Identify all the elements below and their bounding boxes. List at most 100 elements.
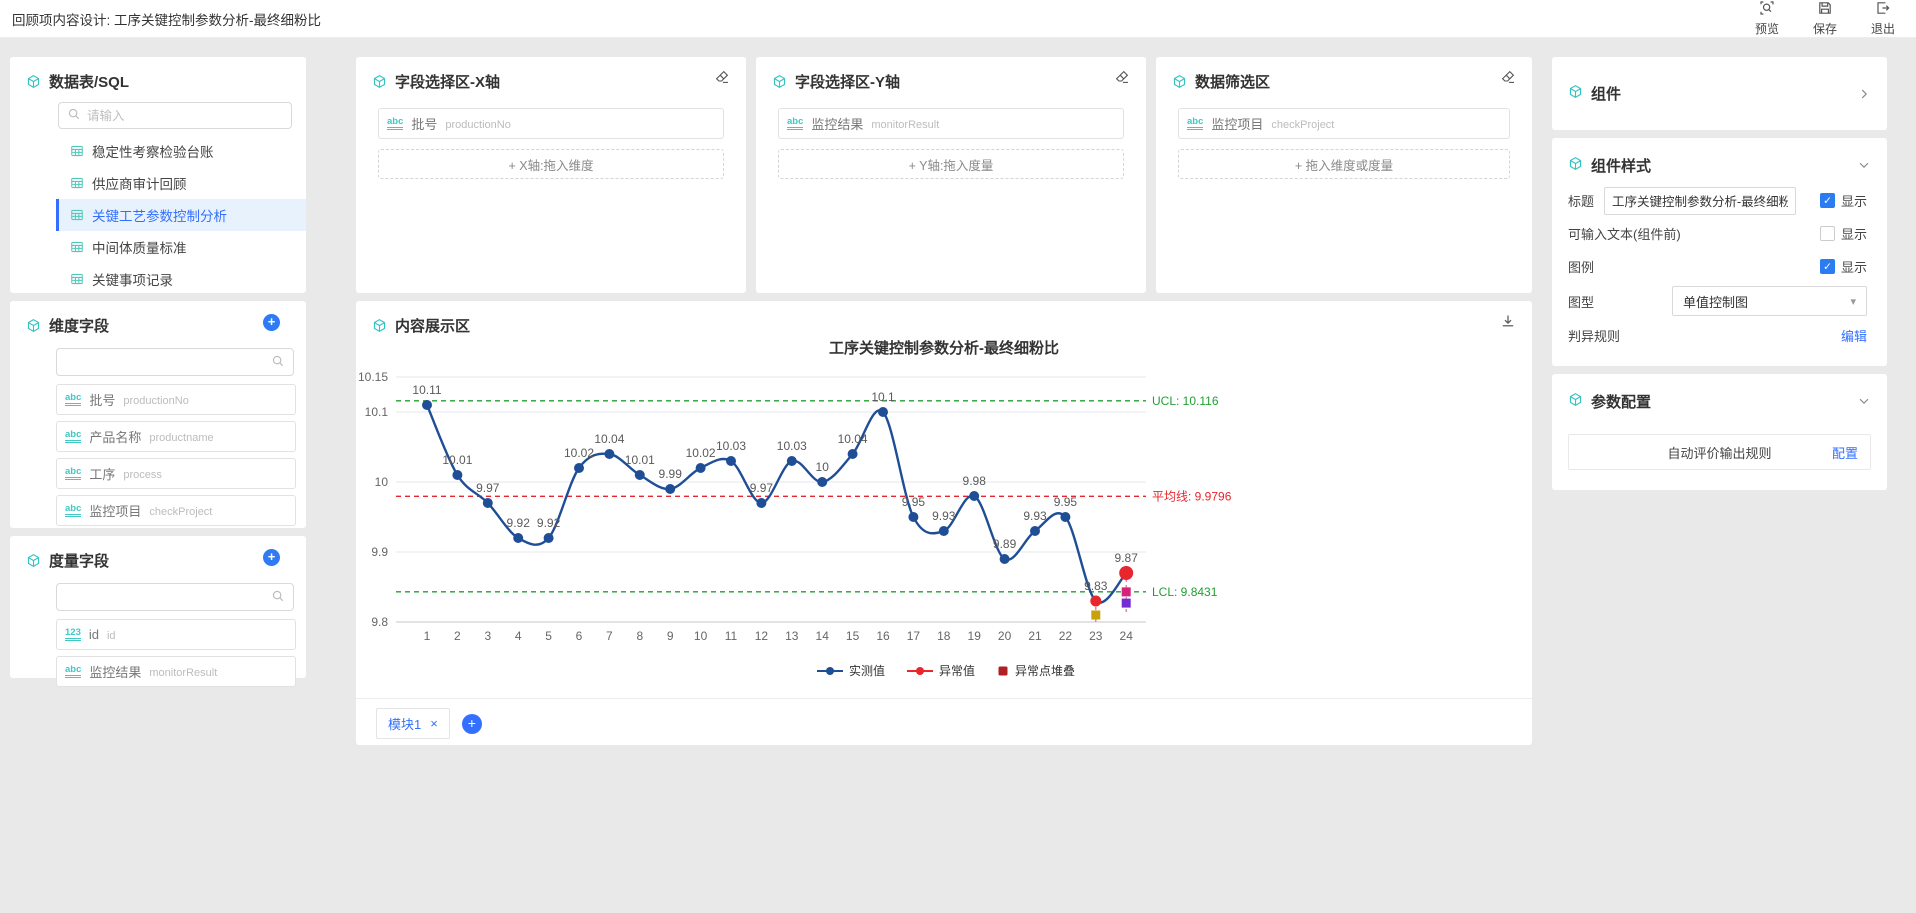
component-style-section: 组件样式 标题 显示 可输入文本(组件前) 显示 图例 显示 图型 单值控制图 … [1552, 138, 1887, 366]
chevron-down-icon[interactable] [1857, 158, 1871, 172]
measure-field-chip[interactable]: abc监控结果monitorResult [56, 656, 296, 687]
svg-text:4: 4 [515, 629, 522, 643]
svg-text:10: 10 [816, 460, 830, 474]
component-cube-icon [1568, 156, 1583, 175]
measure-search[interactable] [56, 583, 294, 611]
close-icon[interactable]: × [430, 716, 438, 731]
clear-eraser-icon[interactable] [1500, 69, 1516, 89]
y-axis-drop-zone[interactable]: + Y轴:拖入度量 [778, 149, 1124, 179]
svg-text:9.95: 9.95 [902, 495, 926, 509]
chart-type-row: 图型 单值控制图 ▾ [1552, 283, 1887, 319]
dimension-field-chip[interactable]: abc监控项目checkProject [56, 495, 296, 526]
measure-search-input[interactable] [65, 590, 265, 604]
svg-text:5: 5 [545, 629, 552, 643]
table-search-input[interactable] [87, 109, 283, 123]
dimension-panel-header: 维度字段 + [10, 301, 306, 342]
component-section[interactable]: 组件 [1552, 57, 1887, 130]
y-axis-field-panel: 字段选择区-Y轴 abc 监控结果 monitorResult + Y轴:拖入度… [756, 57, 1146, 293]
save-button[interactable]: 保存 [1806, 0, 1844, 37]
legend-display-checkbox[interactable] [1820, 259, 1835, 274]
configure-link[interactable]: 配置 [1832, 443, 1858, 462]
component-cube-icon [26, 318, 41, 333]
svg-text:9.89: 9.89 [993, 537, 1017, 551]
svg-text:9.8: 9.8 [371, 615, 388, 629]
svg-text:21: 21 [1028, 629, 1042, 643]
download-icon[interactable] [1500, 313, 1516, 333]
clear-eraser-icon[interactable] [714, 69, 730, 89]
abc-type-icon: abc [65, 665, 81, 678]
table-item[interactable]: 供应商审计回顾 [56, 167, 306, 199]
svg-text:10: 10 [375, 475, 389, 489]
x-axis-field-chip[interactable]: abc 批号 productionNo [378, 108, 724, 139]
edit-rule-link[interactable]: 编辑 [1841, 326, 1867, 345]
exit-button[interactable]: 退出 [1864, 0, 1902, 37]
svg-text:10.1: 10.1 [871, 390, 895, 404]
table-item[interactable]: 关键事项记录 [56, 263, 306, 295]
add-module-button[interactable]: + [462, 714, 482, 734]
measure-field-chip[interactable]: 123idid [56, 619, 296, 650]
abc-type-icon: abc [787, 117, 803, 130]
legend-item[interactable]: 实测值 [817, 662, 885, 679]
dimension-field-chip[interactable]: abc批号productionNo [56, 384, 296, 415]
preview-button[interactable]: 预览 [1748, 0, 1786, 37]
chevron-right-icon[interactable] [1857, 87, 1871, 101]
svg-text:10.04: 10.04 [594, 432, 624, 446]
svg-text:9.92: 9.92 [537, 516, 561, 530]
tab-module1[interactable]: 模块1 × [376, 708, 450, 739]
control-chart[interactable]: 9.89.91010.110.1512345678910111213141516… [356, 363, 1532, 659]
save-icon [1817, 0, 1833, 19]
table-icon [70, 272, 84, 286]
table-item[interactable]: 稳定性考察检验台账 [56, 135, 306, 167]
table-item[interactable]: 中间体质量标准 [56, 231, 306, 263]
svg-text:9.95: 9.95 [1054, 495, 1078, 509]
svg-text:10: 10 [694, 629, 708, 643]
legend-item[interactable]: 异常点堆叠 [997, 662, 1075, 679]
input-text-row: 可输入文本(组件前) 显示 [1552, 217, 1887, 250]
svg-text:18: 18 [937, 629, 951, 643]
title-display-checkbox[interactable] [1820, 193, 1835, 208]
abc-type-icon: abc [65, 393, 81, 406]
svg-text:10.01: 10.01 [625, 453, 655, 467]
dimension-search[interactable] [56, 348, 294, 376]
dimension-field-chip[interactable]: abc工序process [56, 458, 296, 489]
table-icon [70, 240, 84, 254]
svg-text:24: 24 [1120, 629, 1134, 643]
x-axis-drop-zone[interactable]: + X轴:拖入维度 [378, 149, 724, 179]
add-dimension-button[interactable]: + [263, 314, 280, 331]
table-icon [70, 208, 84, 222]
chevron-down-icon[interactable] [1857, 394, 1871, 408]
clear-eraser-icon[interactable] [1114, 69, 1130, 89]
filter-field-chip[interactable]: abc 监控项目 checkProject [1178, 108, 1510, 139]
input-text-display-checkbox[interactable] [1820, 226, 1835, 241]
table-item[interactable]: 关键工艺参数控制分析 [56, 199, 306, 231]
legend-row: 图例 显示 [1552, 250, 1887, 283]
table-search[interactable] [58, 102, 292, 129]
svg-text:16: 16 [876, 629, 890, 643]
svg-text:9.87: 9.87 [1115, 551, 1139, 565]
add-measure-button[interactable]: + [263, 549, 280, 566]
svg-text:2: 2 [454, 629, 461, 643]
dimension-field-chip[interactable]: abc产品名称productname [56, 421, 296, 452]
panel-title: 数据表/SQL [49, 71, 129, 92]
chart-title: 工序关键控制参数分析-最终细粉比 [356, 337, 1532, 358]
chart-type-select[interactable]: 单值控制图 ▾ [1672, 286, 1867, 316]
content-display-panel: 内容展示区 工序关键控制参数分析-最终细粉比 9.89.91010.110.15… [356, 301, 1532, 745]
svg-text:15: 15 [846, 629, 860, 643]
search-icon [271, 354, 285, 371]
svg-text:10.02: 10.02 [564, 446, 594, 460]
legend-linedot-marker [907, 666, 933, 676]
chart-legend: 实测值 异常值 异常点堆叠 [496, 662, 1396, 679]
y-axis-field-chip[interactable]: abc 监控结果 monitorResult [778, 108, 1124, 139]
svg-text:LCL: 9.8431: LCL: 9.8431 [1152, 585, 1218, 599]
svg-text:8: 8 [636, 629, 643, 643]
svg-text:10.03: 10.03 [777, 439, 807, 453]
svg-text:9.92: 9.92 [507, 516, 531, 530]
dimension-search-input[interactable] [65, 355, 265, 369]
title-input[interactable] [1604, 187, 1796, 215]
svg-text:14: 14 [816, 629, 830, 643]
svg-text:9: 9 [667, 629, 674, 643]
panel-title: 度量字段 [49, 550, 109, 571]
dimension-field-list: abc批号productionNo abc产品名称productname abc工序… [10, 384, 306, 528]
filter-drop-zone[interactable]: + 拖入维度或度量 [1178, 149, 1510, 179]
legend-item[interactable]: 异常值 [907, 662, 975, 679]
